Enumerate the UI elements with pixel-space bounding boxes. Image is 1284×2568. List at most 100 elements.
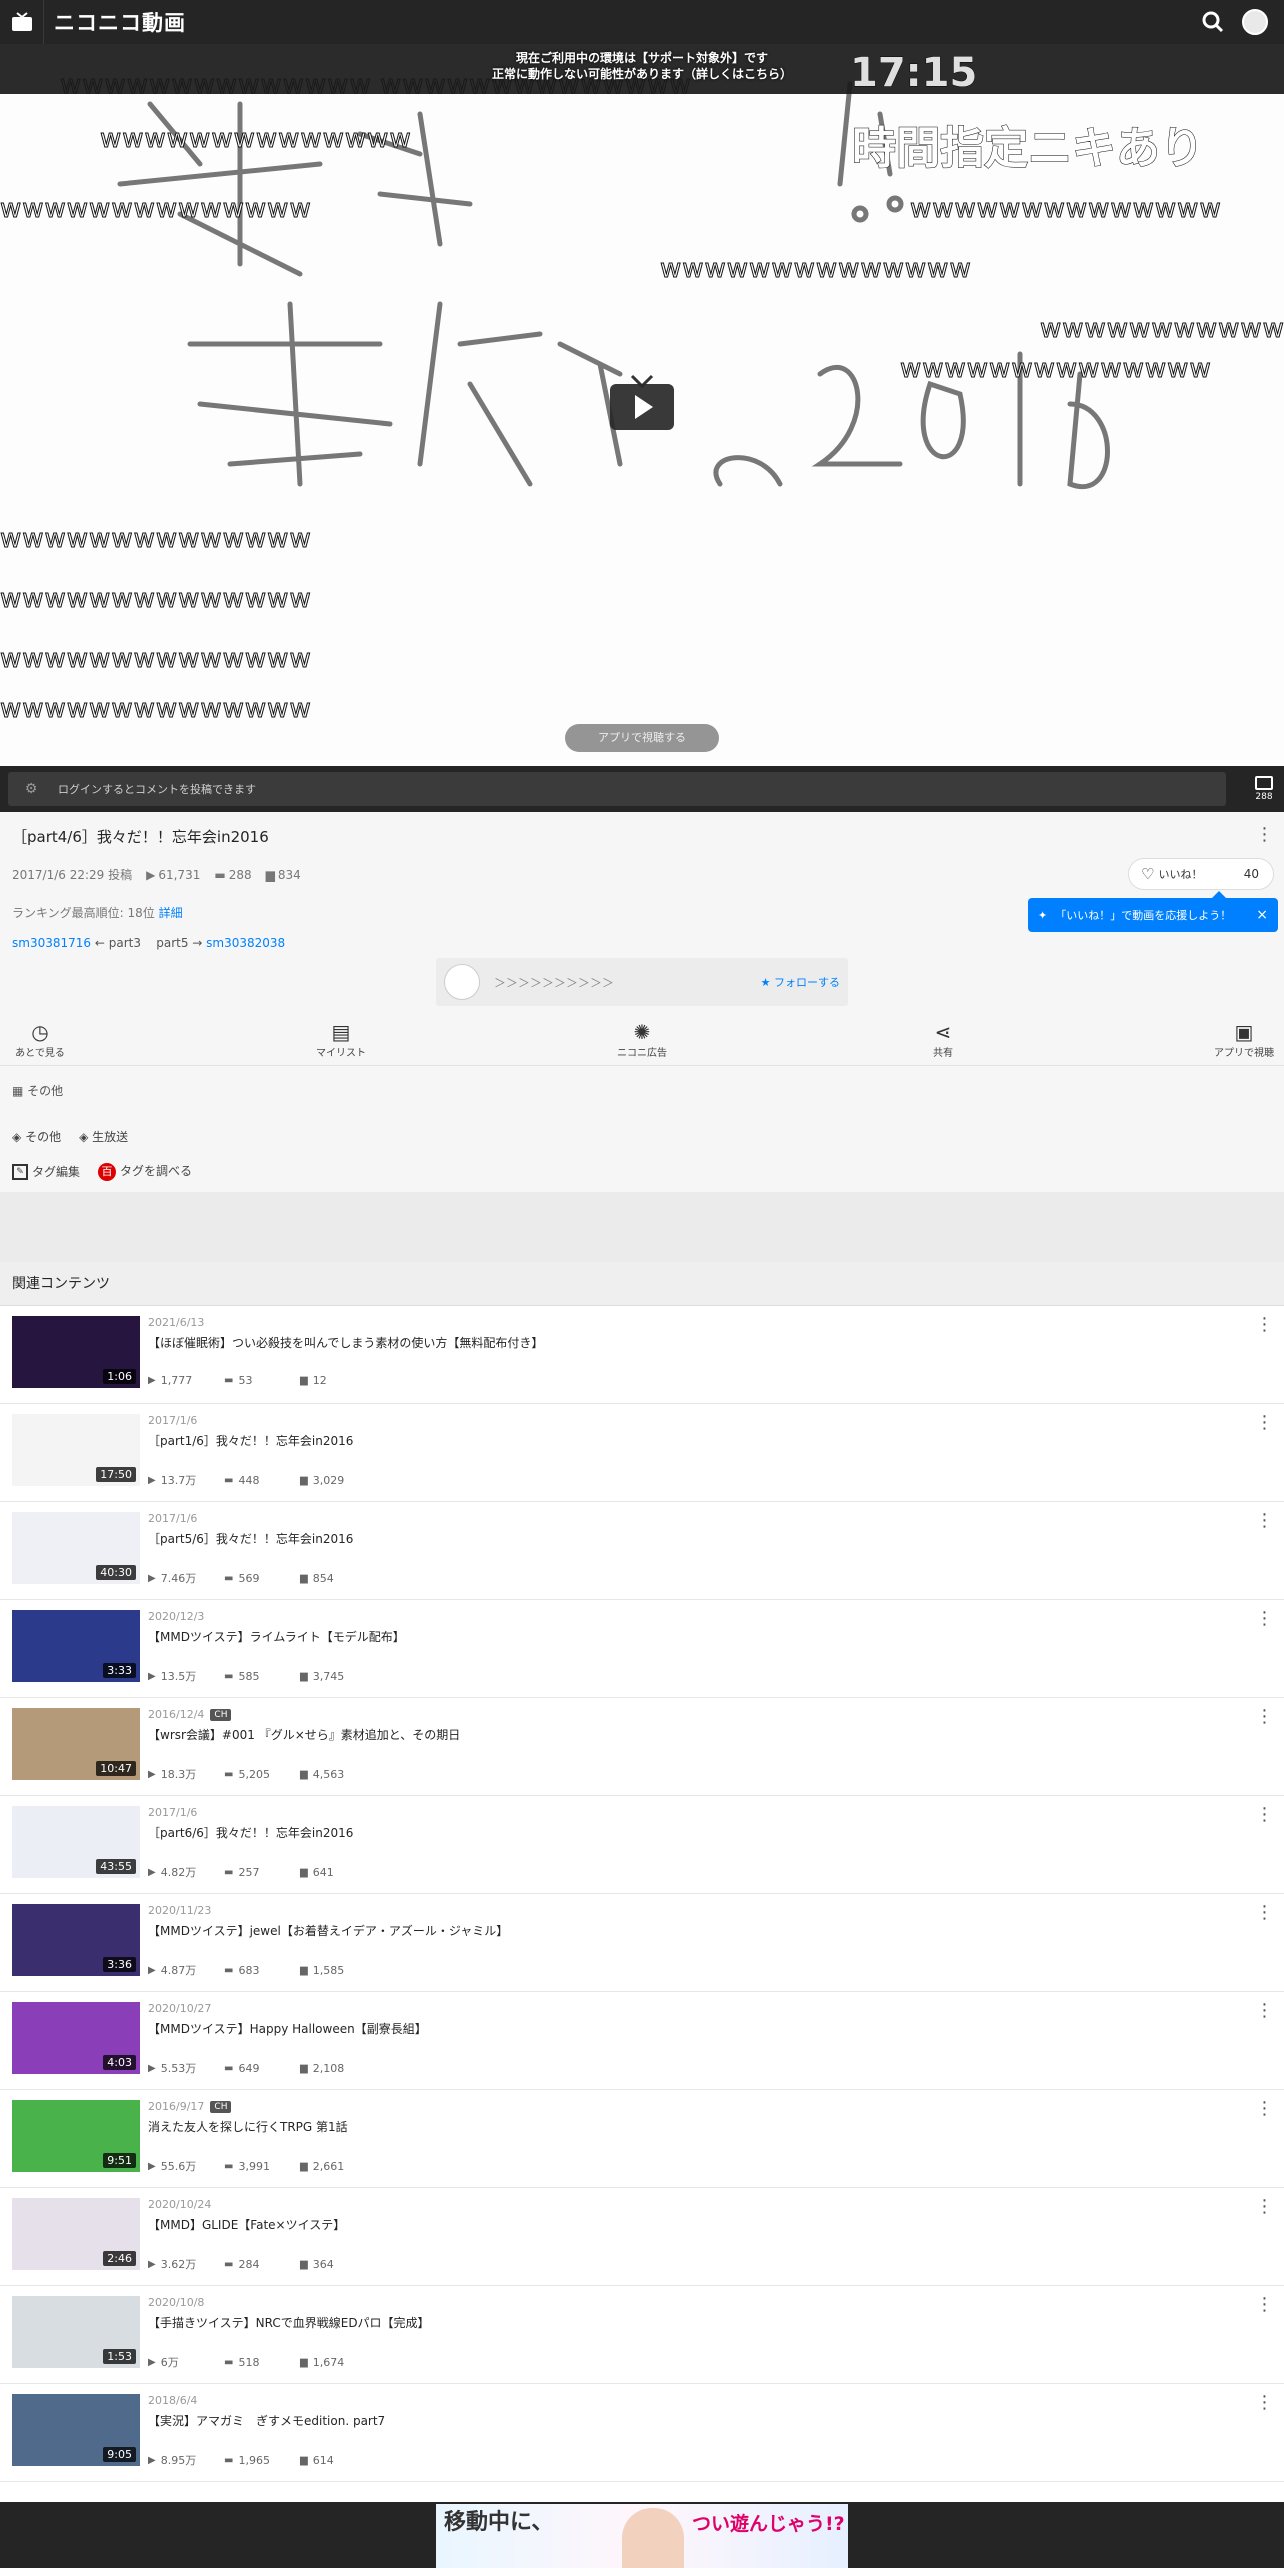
related-more-icon[interactable]: ⋮ [1254, 1610, 1274, 1628]
comment-w: wwwwwwwwwwwwww [100, 124, 412, 155]
related-title[interactable]: 【実況】アマガミ ぎすメモedition. part7 [148, 2412, 385, 2429]
related-thumbnail[interactable]: 1:06 [12, 1316, 140, 1388]
tv-icon: ▣ [1234, 1020, 1254, 1044]
related-title[interactable]: 【MMDツイステ】jewel【お着替えイデア・アズール・ジャミル】 [148, 1922, 508, 1939]
related-more-icon[interactable]: ⋮ [1254, 2296, 1274, 2314]
related-item[interactable]: 17:50 2017/1/6 ［part1/6］我々だ！！忘年会in2016 ▶ 13.… [0, 1404, 1284, 1502]
related-thumbnail[interactable]: 4:03 [12, 2002, 140, 2074]
related-title[interactable]: ［part5/6］我々だ！！忘年会in2016 [148, 1530, 353, 1547]
related-more-icon[interactable]: ⋮ [1254, 2002, 1274, 2020]
action-label: ニコニ広告 [617, 1048, 667, 1059]
user-avatar[interactable] [1242, 9, 1268, 35]
mylist-icon: ▆ [300, 2160, 308, 2172]
tag-edit-button[interactable]: ✎ タグ編集 [12, 1163, 81, 1180]
tag-search-button[interactable]: 百タグを調べる [98, 1162, 192, 1181]
series-next-link[interactable]: sm30382038 [206, 936, 285, 950]
owner-card[interactable]: ＞＞＞＞＞＞＞＞＞＞ ★ フォローする [436, 958, 848, 1006]
related-more-icon[interactable]: ⋮ [1254, 1904, 1274, 1922]
close-icon[interactable]: × [1256, 907, 1268, 923]
related-more-icon[interactable]: ⋮ [1254, 1512, 1274, 1530]
related-item[interactable]: 9:05 2018/6/4 【実況】アマガミ ぎすメモedition. part7 ▶… [0, 2384, 1284, 2482]
mylist-icon: ▆ [300, 2258, 308, 2270]
comment-big: 時間指定ニキあり [852, 123, 1205, 175]
site-logo[interactable]: ニコニコ動画 [54, 7, 186, 37]
related-thumbnail[interactable]: 3:33 [12, 1610, 140, 1682]
related-item[interactable]: 1:53 2020/10/8 【手描きツイステ】NRCで血界戦線EDパロ【完成】 ▶ 6… [0, 2286, 1284, 2384]
share-button[interactable]: ⋖ 共有 [911, 1020, 975, 1065]
ranking-detail-link[interactable]: 詳細 [159, 906, 183, 920]
like-button[interactable]: ♡ いいね！ 40 [1128, 858, 1274, 890]
search-icon[interactable] [1202, 11, 1224, 33]
unsupported-notice[interactable]: 現在ご利用中の環境は【サポート対象外】です 正常に動作しない可能性があります（詳… [0, 50, 1284, 82]
related-heading: 関連コンテンツ [0, 1262, 1284, 1306]
related-thumbnail[interactable]: 9:05 [12, 2394, 140, 2466]
related-more-icon[interactable]: ⋮ [1254, 2394, 1274, 2412]
related-title[interactable]: ［part6/6］我々だ！！忘年会in2016 [148, 1824, 353, 1841]
category-link[interactable]: ▦ その他 [12, 1082, 63, 1099]
follow-button[interactable]: ★ フォローする [761, 974, 840, 990]
series-prev-link[interactable]: sm30381716 [12, 936, 91, 950]
video-player[interactable]: 現在ご利用中の環境は【サポート対象外】です 正常に動作しない可能性があります（詳… [0, 44, 1284, 766]
related-item[interactable]: 1:06 2021/6/13 【ほぼ催眠術】つい必殺技を叫んでしまう素材の使い方【無… [0, 1306, 1284, 1404]
owner-name[interactable]: ＞＞＞＞＞＞＞＞＞＞ [494, 974, 614, 991]
related-date: 2017/1/6 [148, 1512, 198, 1525]
comment-list-button[interactable]: 288 [1244, 776, 1284, 802]
category-icon: ▦ [12, 1084, 24, 1098]
related-item[interactable]: 43:55 2017/1/6 ［part6/6］我々だ！！忘年会in2016 ▶ 4.8… [0, 1796, 1284, 1894]
related-item[interactable]: 9:51 2016/9/17 CH 消えた友人を探しに行くTRPG 第1話 ▶ 55.6万… [0, 2090, 1284, 2188]
comment-settings-icon[interactable]: ⚙ [20, 781, 42, 797]
menu-tv-icon[interactable] [0, 0, 44, 44]
ad-banner[interactable]: 移動中に、 つい遊んじゃう!? [436, 2504, 848, 2568]
related-more-icon[interactable]: ⋮ [1254, 2198, 1274, 2216]
related-item[interactable]: 10:47 2016/12/4 CH 【wrsr会議】#001 『グル×せら』素材追加… [0, 1698, 1284, 1796]
related-comments: 518 [238, 2355, 260, 2369]
related-thumbnail[interactable]: 9:51 [12, 2100, 140, 2172]
related-more-icon[interactable]: ⋮ [1254, 2100, 1274, 2118]
video-more-icon[interactable]: ⋮ [1254, 826, 1274, 844]
related-thumbnail[interactable]: 2:46 [12, 2198, 140, 2270]
related-thumbnail[interactable]: 17:50 [12, 1414, 140, 1486]
video-title: ［part4/6］我々だ！！忘年会in2016 [12, 828, 269, 846]
duration-badge: 43:55 [96, 1859, 136, 1874]
related-item[interactable]: 2:46 2020/10/24 【MMD】GLIDE【Fate×ツイステ】 ▶ 3.62… [0, 2188, 1284, 2286]
related-thumbnail[interactable]: 3:36 [12, 1904, 140, 1976]
related-comments: 683 [238, 1963, 260, 1977]
tag-item[interactable]: ◈ 生放送 [79, 1128, 128, 1145]
watch-later-button[interactable]: ◷ あとで見る [8, 1020, 72, 1065]
related-item[interactable]: 4:03 2020/10/27 【MMDツイステ】Happy Halloween【副… [0, 1992, 1284, 2090]
play-button[interactable] [610, 374, 674, 430]
related-comments: 448 [238, 1473, 260, 1487]
related-thumbnail[interactable]: 1:53 [12, 2296, 140, 2368]
related-thumbnail[interactable]: 40:30 [12, 1512, 140, 1584]
related-item[interactable]: 3:36 2020/11/23 【MMDツイステ】jewel【お着替えイデア・アズー… [0, 1894, 1284, 1992]
related-thumbnail[interactable]: 10:47 [12, 1708, 140, 1780]
related-title[interactable]: 【ほぼ催眠術】つい必殺技を叫んでしまう素材の使い方【無料配布付き】 [148, 1334, 543, 1351]
related-title[interactable]: 【MMDツイステ】Happy Halloween【副寮長組】 [148, 2020, 427, 2037]
mylist-button[interactable]: ▤ マイリスト [309, 1020, 373, 1065]
channel-badge: CH [210, 1708, 232, 1721]
related-title[interactable]: 消えた友人を探しに行くTRPG 第1話 [148, 2118, 348, 2135]
tag-edit-label: タグ編集 [32, 1164, 81, 1179]
like-tooltip[interactable]: ✦ 「いいね！」で動画を応援しよう！ × [1028, 891, 1278, 932]
owner-avatar[interactable] [444, 964, 480, 1000]
related-title[interactable]: 【wrsr会議】#001 『グル×せら』素材追加と、その期日 [148, 1726, 460, 1743]
related-item[interactable]: 3:33 2020/12/3 【MMDツイステ】ライムライト【モデル配布】 ▶ 13.5… [0, 1600, 1284, 1698]
comment-input[interactable]: ⚙ ログインするとコメントを投稿できます [8, 772, 1226, 806]
related-more-icon[interactable]: ⋮ [1254, 1316, 1274, 1334]
app-watch-button[interactable]: ▣ アプリで視聴 [1212, 1020, 1276, 1065]
related-more-icon[interactable]: ⋮ [1254, 1708, 1274, 1726]
related-title[interactable]: 【MMDツイステ】ライムライト【モデル配布】 [148, 1628, 405, 1645]
tag-item[interactable]: ◈ その他 [12, 1128, 61, 1145]
related-title[interactable]: 【手描きツイステ】NRCで血界戦線EDパロ【完成】 [148, 2314, 430, 2331]
related-title[interactable]: 【MMD】GLIDE【Fate×ツイステ】 [148, 2216, 345, 2233]
channel-badge: CH [210, 2100, 232, 2113]
related-date: 2020/11/23 [148, 1904, 212, 1917]
related-item[interactable]: 40:30 2017/1/6 ［part5/6］我々だ！！忘年会in2016 ▶ 7.4… [0, 1502, 1284, 1600]
related-thumbnail[interactable]: 43:55 [12, 1806, 140, 1878]
related-title[interactable]: ［part1/6］我々だ！！忘年会in2016 [148, 1432, 353, 1449]
nicoad-button[interactable]: ✺ ニコニ広告 [610, 1020, 674, 1065]
related-more-icon[interactable]: ⋮ [1254, 1414, 1274, 1432]
related-more-icon[interactable]: ⋮ [1254, 1806, 1274, 1824]
related-date: 2016/9/17 [148, 2100, 205, 2113]
watch-in-app-button[interactable]: アプリで視聴する [565, 724, 719, 752]
